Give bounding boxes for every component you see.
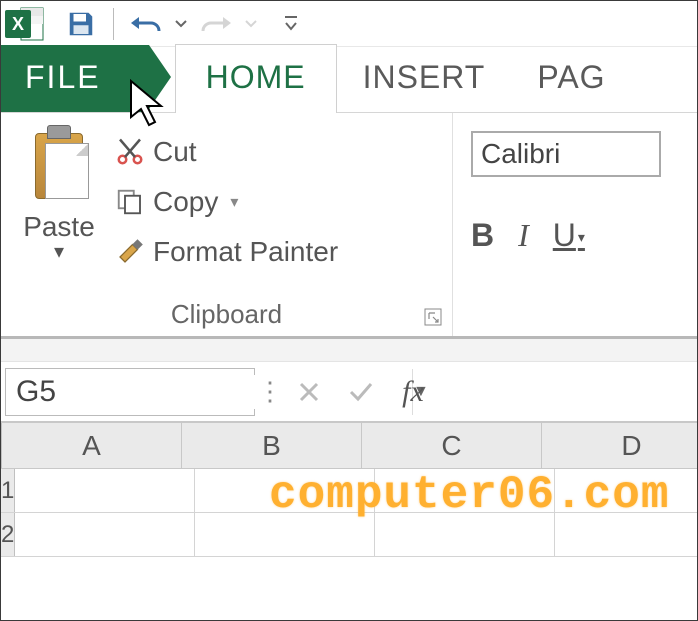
undo-button[interactable]: [122, 4, 170, 44]
formula-bar: ▼ ⋮ fx: [1, 361, 697, 423]
excel-logo-icon: X: [3, 4, 47, 44]
paintbrush-icon: [115, 237, 145, 267]
table-row: 2: [1, 513, 697, 557]
clipboard-group-label: Clipboard: [9, 295, 444, 334]
enter-formula-button[interactable]: [335, 368, 387, 416]
spreadsheet-grid: A B C D 1 2: [1, 423, 697, 599]
redo-button[interactable]: [192, 4, 240, 44]
ribbon: Paste ▾ Cut: [1, 113, 697, 339]
cell[interactable]: [375, 469, 555, 512]
row-header-2[interactable]: 2: [1, 513, 15, 556]
cut-button[interactable]: Cut: [115, 127, 338, 177]
ribbon-tabs: FILE HOME INSERT PAG: [1, 47, 697, 113]
select-all-corner[interactable]: [1, 423, 2, 468]
tab-page-layout[interactable]: PAG: [511, 45, 631, 112]
copy-button[interactable]: Copy ▾: [115, 177, 338, 227]
font-group: Calibri B I U▾: [453, 113, 697, 336]
cell[interactable]: [15, 513, 195, 556]
paste-dropdown-icon[interactable]: ▾: [54, 239, 64, 264]
table-row: 1: [1, 469, 697, 513]
redo-dropdown[interactable]: [242, 8, 260, 40]
font-family-combo[interactable]: Calibri: [471, 131, 661, 177]
underline-dropdown-icon[interactable]: ▾: [578, 229, 585, 245]
row-header-1[interactable]: 1: [1, 469, 15, 512]
font-family-value: Calibri: [481, 138, 560, 170]
tab-home[interactable]: HOME: [175, 44, 337, 113]
insert-function-button[interactable]: fx: [387, 368, 439, 416]
underline-button[interactable]: U▾: [553, 217, 585, 254]
separator: [113, 8, 114, 40]
column-header-c[interactable]: C: [362, 423, 542, 468]
fx-label: fx: [402, 375, 424, 409]
cell[interactable]: [555, 513, 698, 556]
customize-qat-dropdown[interactable]: [282, 8, 300, 40]
cell[interactable]: [555, 469, 698, 512]
svg-text:X: X: [12, 14, 24, 34]
cut-label: Cut: [153, 136, 197, 168]
format-painter-button[interactable]: Format Painter: [115, 227, 338, 277]
paste-icon: [29, 125, 89, 205]
clipboard-group: Paste ▾ Cut: [1, 113, 453, 336]
cell[interactable]: [195, 469, 375, 512]
cell[interactable]: [375, 513, 555, 556]
cell[interactable]: [195, 513, 375, 556]
italic-button[interactable]: I: [518, 217, 529, 254]
undo-dropdown[interactable]: [172, 8, 190, 40]
tab-file[interactable]: FILE: [1, 45, 149, 112]
formula-bar-grip[interactable]: ⋮: [255, 376, 283, 407]
cancel-formula-button[interactable]: [283, 368, 335, 416]
clipboard-dialog-launcher[interactable]: [424, 308, 444, 328]
paste-button[interactable]: Paste ▾: [9, 119, 109, 295]
quick-access-toolbar: X: [1, 1, 697, 47]
save-button[interactable]: [57, 4, 105, 44]
column-header-b[interactable]: B: [182, 423, 362, 468]
column-header-d[interactable]: D: [542, 423, 698, 468]
format-painter-label: Format Painter: [153, 236, 338, 268]
x-icon: [297, 380, 321, 404]
check-icon: [348, 380, 374, 404]
copy-icon: [115, 187, 145, 217]
bold-button[interactable]: B: [471, 217, 494, 254]
name-box[interactable]: ▼: [5, 368, 255, 416]
column-header-a[interactable]: A: [2, 423, 182, 468]
scissors-icon: [115, 137, 145, 167]
copy-label: Copy: [153, 186, 218, 218]
copy-dropdown-icon[interactable]: ▾: [230, 192, 238, 212]
column-headers: A B C D: [1, 423, 697, 469]
cell[interactable]: [15, 469, 195, 512]
tab-insert[interactable]: INSERT: [337, 45, 512, 112]
ribbon-gap: [1, 339, 697, 361]
